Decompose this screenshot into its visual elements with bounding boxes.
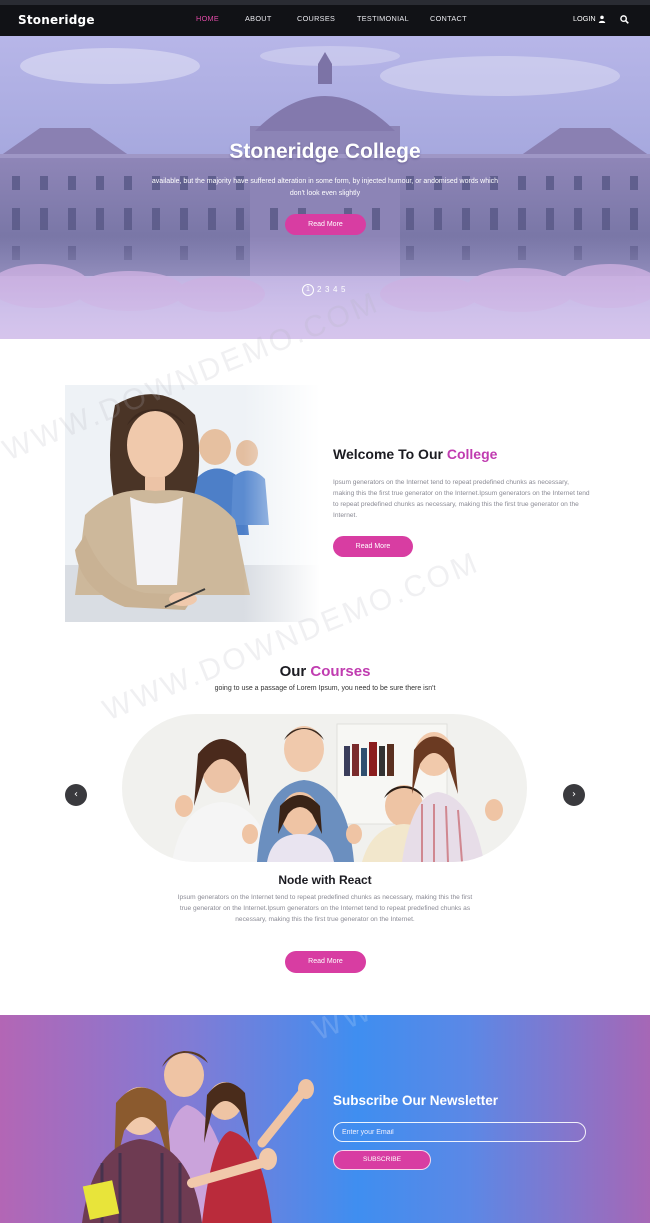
main-menu: HOME ABOUT COURSES TESTIMONIAL CONTACT	[0, 14, 650, 28]
courses-section-title: Our Courses	[0, 663, 650, 680]
welcome-title-prefix: Welcome To Our	[333, 446, 443, 462]
course-students-photo	[122, 714, 527, 862]
nav-top-strip	[0, 0, 650, 5]
courses-subtitle: going to use a passage of Lorem Ipsum, y…	[214, 685, 436, 692]
carousel-prev-button[interactable]: ‹	[65, 784, 87, 806]
courses-title-prefix: Our	[279, 663, 307, 680]
login-link[interactable]: LOGIN	[573, 14, 596, 23]
top-navbar: Stoneridge HOME ABOUT COURSES TESTIMONIA…	[0, 0, 650, 36]
menu-item-home[interactable]: HOME	[196, 14, 219, 23]
carousel-next-button[interactable]: ›	[563, 784, 585, 806]
slider-page-4[interactable]: 4	[333, 284, 337, 296]
course-title: Node with React	[278, 873, 372, 887]
welcome-read-more-button[interactable]: Read More	[333, 536, 413, 557]
hero-slider: Stoneridge College available, but the ma…	[0, 36, 650, 339]
search-icon[interactable]	[620, 15, 629, 24]
user-icon[interactable]	[598, 15, 606, 23]
newsletter-students-photo	[82, 1051, 314, 1223]
welcome-description: Ipsum generators on the Internet tend to…	[333, 479, 590, 519]
menu-item-courses[interactable]: COURSES	[297, 14, 335, 23]
slider-page-5[interactable]: 5	[341, 284, 345, 296]
slider-page-3[interactable]: 3	[325, 284, 329, 296]
course-read-more-button[interactable]: Read More	[285, 951, 366, 973]
courses-title-accent: Courses	[310, 663, 371, 680]
welcome-title: Welcome To Our College	[333, 446, 497, 462]
hero-subtitle: available, but the majority have suffere…	[151, 178, 499, 197]
menu-item-contact[interactable]: CONTACT	[430, 14, 467, 23]
chevron-left-icon: ‹	[74, 789, 78, 800]
menu-item-testimonial[interactable]: TESTIMONIAL	[357, 14, 409, 23]
newsletter-section: Subscribe Our Newsletter SUBSCRIBE	[0, 1015, 650, 1223]
chevron-right-icon: ›	[572, 789, 576, 800]
slider-page-1[interactable]: 1	[302, 284, 314, 296]
subscribe-button[interactable]: SUBSCRIBE	[333, 1150, 431, 1170]
hero-read-more-button[interactable]: Read More	[285, 214, 366, 235]
email-field[interactable]	[333, 1122, 586, 1142]
hero-title: Stoneridge College	[229, 140, 421, 163]
course-description: Ipsum generators on the Internet tend to…	[177, 894, 473, 923]
newsletter-title: Subscribe Our Newsletter	[333, 1093, 499, 1108]
slider-page-2[interactable]: 2	[317, 284, 321, 296]
menu-item-about[interactable]: ABOUT	[245, 14, 272, 23]
welcome-student-photo	[65, 385, 320, 622]
welcome-title-accent: College	[446, 446, 498, 462]
